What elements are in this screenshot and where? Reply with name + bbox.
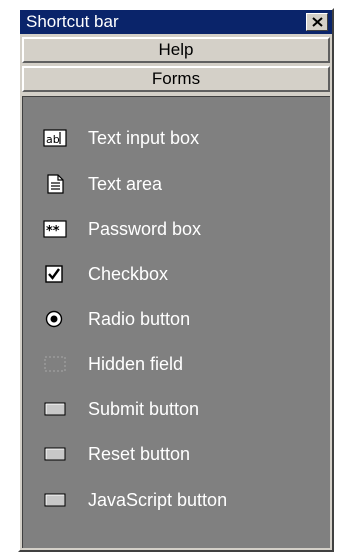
close-icon [312,17,323,27]
list-item-submit-button[interactable]: Submit button [23,394,323,424]
reset-button-icon [44,447,66,461]
item-label: Radio button [88,309,191,329]
list-item-password-box[interactable]: ** Password box [23,214,323,244]
item-label: Hidden field [88,354,184,374]
item-label: Password box [88,219,202,239]
password-icon: ** [43,220,67,239]
hidden-field-icon [44,356,66,372]
svg-text:ab: ab [46,133,60,146]
shortcut-bar-window: Shortcut bar Help Forms ab Text input bo… [18,8,334,552]
forms-section-button[interactable]: Forms [22,66,330,92]
list-item-reset-button[interactable]: Reset button [23,439,323,469]
list-item-text-input-box[interactable]: ab Text input box [23,123,323,153]
help-section-button[interactable]: Help [22,37,330,63]
item-label: JavaScript button [88,490,228,510]
list-item-javascript-button[interactable]: JavaScript button [23,485,323,515]
forms-item-list: ab Text input box Text area ** Password … [22,96,330,548]
list-item-hidden-field[interactable]: Hidden field [23,349,323,379]
javascript-button-icon [44,493,66,507]
window-title: Shortcut bar [26,12,119,31]
close-button[interactable] [306,13,328,31]
list-item-text-area[interactable]: Text area [23,169,323,199]
svg-text:**: ** [46,224,60,239]
item-label: Text input box [88,128,200,148]
text-area-icon [47,174,64,194]
text-input-icon: ab [43,129,67,147]
radio-button-icon [45,310,63,328]
submit-button-icon [44,402,66,416]
item-label: Submit button [88,399,200,419]
checkbox-icon [45,265,63,283]
list-item-radio-button[interactable]: Radio button [23,304,323,334]
list-item-checkbox[interactable]: Checkbox [23,259,323,289]
item-label: Reset button [88,444,191,464]
title-bar[interactable]: Shortcut bar [20,10,332,34]
item-label: Text area [88,174,163,194]
item-label: Checkbox [88,264,169,284]
